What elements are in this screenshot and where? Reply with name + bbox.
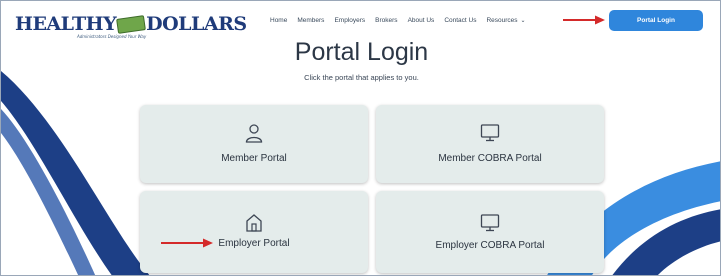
page-title: Portal Login <box>294 38 429 66</box>
page-subtitle: Click the portal that applies to you. <box>304 73 419 82</box>
nav-item-brokers[interactable]: Brokers <box>375 17 397 24</box>
top-nav: Home Members Employers Brokers About Us … <box>270 17 536 24</box>
member-cobra-portal-card[interactable]: Member COBRA Portal <box>376 105 604 183</box>
nav-item-resources-label: Resources <box>486 17 518 24</box>
member-cobra-portal-label: Member COBRA Portal <box>438 153 542 164</box>
person-icon <box>245 124 263 143</box>
employer-cobra-portal-card[interactable]: Employer COBRA Portal <box>376 191 604 273</box>
nav-item-contact-us[interactable]: Contact Us <box>444 17 476 24</box>
logo-text-right: DOLLARS <box>146 13 247 35</box>
monitor-icon <box>480 124 500 142</box>
annotation-arrow-employer-portal <box>161 238 213 248</box>
dollar-bill-icon <box>116 14 147 34</box>
logo-text-left: HEALTHY <box>15 13 117 35</box>
portal-login-button[interactable]: Portal Login <box>609 10 703 31</box>
nav-item-home[interactable]: Home <box>270 17 287 24</box>
page-frame: HEALTHY DOLLARS Administrators Designed … <box>0 0 721 276</box>
brand-logo[interactable]: HEALTHY DOLLARS Administrators Designed … <box>15 13 247 39</box>
chevron-down-icon: ⌄ <box>520 18 526 24</box>
annotation-arrow-portal-login <box>563 15 605 25</box>
nav-item-employers[interactable]: Employers <box>334 17 365 24</box>
member-portal-card[interactable]: Member Portal <box>140 105 368 183</box>
member-portal-label: Member Portal <box>221 153 287 164</box>
employer-portal-card[interactable]: Employer Portal <box>140 191 368 273</box>
nav-item-about-us[interactable]: About Us <box>408 17 435 24</box>
nav-item-members[interactable]: Members <box>297 17 324 24</box>
building-icon <box>246 214 262 232</box>
employer-cobra-portal-label: Employer COBRA Portal <box>435 240 545 251</box>
nav-item-resources[interactable]: Resources ⌄ <box>486 17 525 24</box>
monitor-icon <box>480 214 500 232</box>
